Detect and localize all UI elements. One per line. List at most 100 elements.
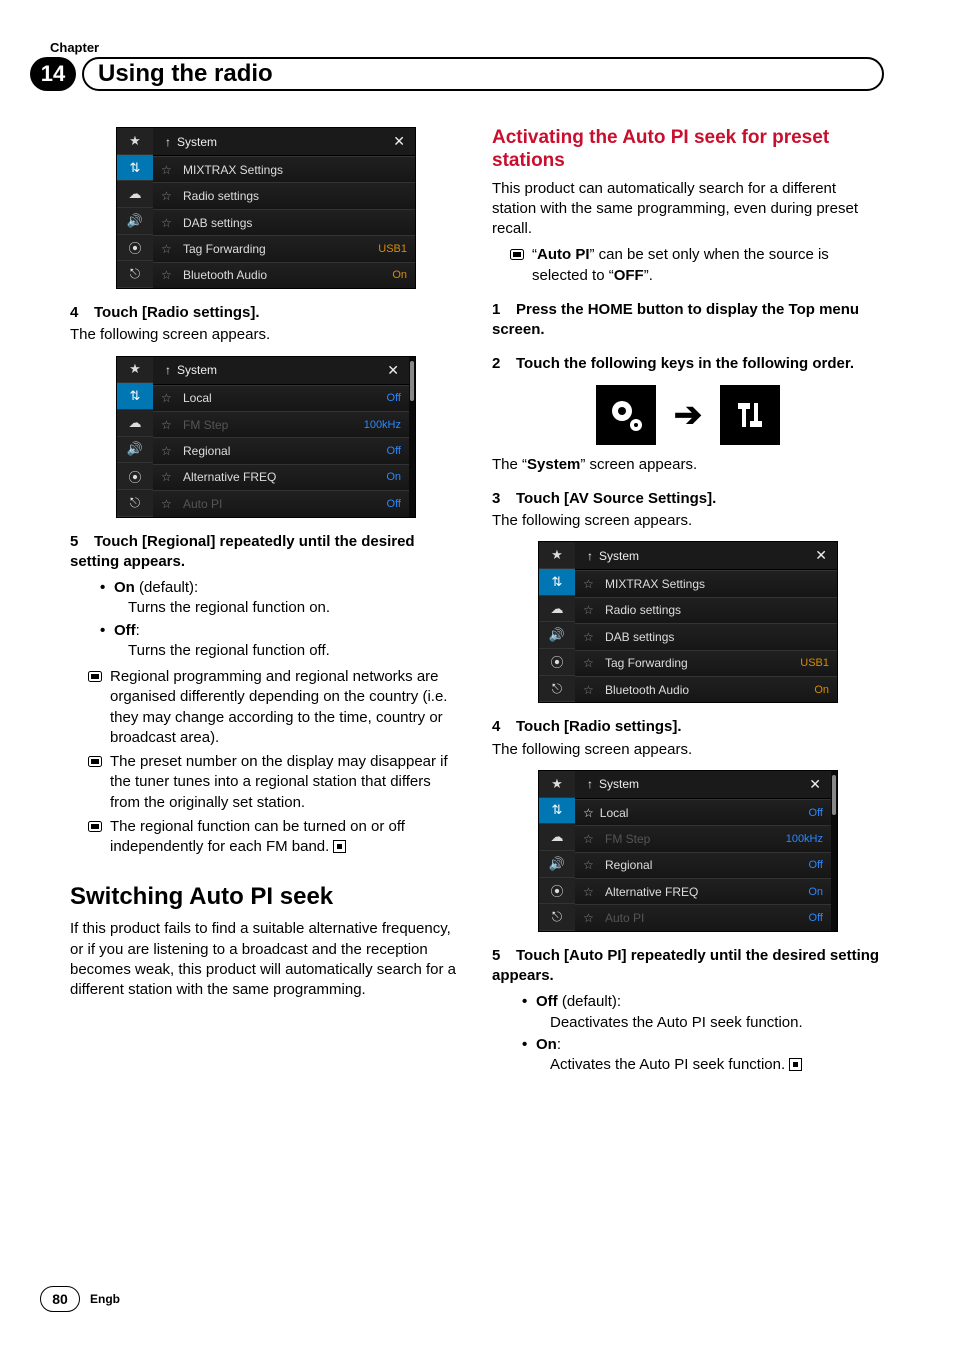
favorite-icon[interactable]: ☆	[161, 163, 177, 177]
back-icon[interactable]: ↑	[581, 777, 599, 791]
row-label: MIXTRAX Settings	[599, 577, 829, 591]
row-label: Local	[594, 806, 809, 820]
favorite-icon[interactable]: ☆	[583, 885, 599, 899]
row-fm-step[interactable]: ☆FM Step100kHz	[153, 411, 409, 437]
sidebar-sliders-icon[interactable]: ⇅	[539, 569, 575, 596]
sidebar-disc-icon[interactable]: ⦿	[539, 878, 575, 905]
row-label: DAB settings	[177, 216, 407, 230]
chapter-number: 14	[30, 57, 76, 91]
row-radio-settings[interactable]: ☆Radio settings	[153, 182, 415, 208]
favorite-icon[interactable]: ☆	[583, 656, 599, 670]
sidebar-sliders-icon[interactable]: ⇅	[539, 798, 575, 825]
sidebar-speaker-icon[interactable]: 🔊	[539, 622, 575, 649]
row-label: Bluetooth Audio	[177, 268, 392, 282]
favorite-icon[interactable]: ☆	[161, 418, 177, 432]
row-bluetooth-audio[interactable]: ☆Bluetooth AudioOn	[153, 262, 415, 288]
screenshot-system-settings: ★ ⇅ ☁ 🔊 ⦿ ⎋ ↑ System ✕ ☆MIXTRAX Setti	[116, 127, 416, 289]
row-fm-step[interactable]: ☆FM Step100kHz	[575, 825, 831, 851]
row-alt-freq[interactable]: ☆Alternative FREQOn	[575, 878, 831, 904]
sidebar-star-icon[interactable]: ★	[117, 357, 153, 384]
sidebar-bt-icon[interactable]: ⎋	[539, 676, 575, 703]
step-4-body: The following screen appears.	[70, 325, 462, 345]
row-label: FM Step	[177, 418, 364, 432]
favorite-icon[interactable]: ☆	[583, 858, 599, 872]
sidebar-sliders-icon[interactable]: ⇅	[117, 383, 153, 410]
close-icon[interactable]: ✕	[811, 547, 831, 564]
row-dab-settings[interactable]: ☆DAB settings	[575, 623, 837, 649]
sidebar-speaker-icon[interactable]: 🔊	[117, 437, 153, 464]
sidebar-star-icon[interactable]: ★	[117, 128, 153, 155]
row-auto-pi[interactable]: ☆Auto PIOff	[575, 904, 831, 930]
back-icon[interactable]: ↑	[159, 363, 177, 377]
sidebar-cloud-icon[interactable]: ☁	[117, 181, 153, 208]
sidebar-disc-icon[interactable]: ⦿	[117, 235, 153, 262]
row-tag-forwarding[interactable]: ☆Tag ForwardingUSB1	[153, 235, 415, 261]
favorite-icon[interactable]: ☆	[583, 832, 599, 846]
back-icon[interactable]: ↑	[159, 135, 177, 149]
close-icon[interactable]: ✕	[389, 133, 409, 150]
scrollbar[interactable]	[831, 771, 837, 931]
back-icon[interactable]: ↑	[581, 549, 599, 563]
favorite-icon[interactable]: ☆	[583, 630, 599, 644]
row-regional[interactable]: ☆RegionalOff	[153, 437, 409, 463]
row-auto-pi[interactable]: ☆Auto PIOff	[153, 490, 409, 516]
sidebar-cloud-icon[interactable]: ☁	[539, 824, 575, 851]
favorite-icon[interactable]: ☆	[161, 391, 177, 405]
sidebar-cloud-icon[interactable]: ☁	[539, 596, 575, 623]
screenshot-radio-settings: ★ ⇅ ☁ 🔊 ⦿ ⎋ ↑ System ✕ ☆LocalOff	[116, 356, 416, 518]
step-4: 4Touch [Radio settings].	[70, 303, 462, 323]
favorite-icon[interactable]: ☆	[161, 242, 177, 256]
favorite-icon[interactable]: ☆	[583, 603, 599, 617]
step-1: 1Press the HOME button to display the To…	[492, 300, 884, 341]
row-label: Auto PI	[177, 497, 387, 511]
favorite-icon[interactable]: ☆	[583, 911, 599, 925]
row-label: Tag Forwarding	[599, 656, 800, 670]
sidebar-bt-icon[interactable]: ⎋	[117, 261, 153, 288]
row-radio-settings[interactable]: ☆Radio settings	[575, 597, 837, 623]
sidebar-speaker-icon[interactable]: 🔊	[539, 851, 575, 878]
row-mixtrax[interactable]: ☆MIXTRAX Settings	[575, 570, 837, 596]
row-local[interactable]: ☆LocalOff	[575, 799, 831, 825]
gear-icon[interactable]	[596, 385, 656, 445]
favorite-icon[interactable]: ☆	[583, 577, 599, 591]
sidebar-speaker-icon[interactable]: 🔊	[117, 208, 153, 235]
screen-title: System	[599, 549, 811, 563]
close-icon[interactable]: ✕	[383, 362, 403, 379]
favorite-icon[interactable]: ☆	[583, 806, 594, 820]
favorite-icon[interactable]: ☆	[161, 497, 177, 511]
favorite-icon[interactable]: ☆	[161, 444, 177, 458]
row-regional[interactable]: ☆RegionalOff	[575, 852, 831, 878]
close-icon[interactable]: ✕	[805, 776, 825, 793]
sidebar-disc-icon[interactable]: ⦿	[539, 649, 575, 676]
favorite-icon[interactable]: ☆	[161, 189, 177, 203]
sidebar-cloud-icon[interactable]: ☁	[117, 410, 153, 437]
row-local[interactable]: ☆LocalOff	[153, 385, 409, 411]
language-code: Engb	[90, 1292, 120, 1306]
bullet-off: Off:Turns the regional function off.	[100, 621, 462, 662]
sidebar-bt-icon[interactable]: ⎋	[117, 490, 153, 517]
favorite-icon[interactable]: ☆	[161, 268, 177, 282]
step-5-right: 5Touch [Auto PI] repeatedly until the de…	[492, 946, 884, 987]
end-mark-icon	[333, 840, 346, 853]
favorite-icon[interactable]: ☆	[161, 216, 177, 230]
sidebar-sliders-icon[interactable]: ⇅	[117, 155, 153, 182]
row-value: Off	[809, 807, 823, 819]
page-number: 80	[40, 1286, 80, 1312]
note-1: Regional programming and regional networ…	[88, 667, 462, 748]
scrollbar[interactable]	[409, 357, 415, 517]
row-mixtrax[interactable]: ☆MIXTRAX Settings	[153, 156, 415, 182]
row-dab-settings[interactable]: ☆DAB settings	[153, 209, 415, 235]
screen-title: System	[177, 363, 383, 377]
row-value: On	[808, 886, 823, 898]
row-alt-freq[interactable]: ☆Alternative FREQOn	[153, 464, 409, 490]
wrench-icon[interactable]	[720, 385, 780, 445]
bullet-on: On (default):Turns the regional function…	[100, 578, 462, 619]
sidebar-star-icon[interactable]: ★	[539, 771, 575, 798]
sidebar-disc-icon[interactable]: ⦿	[117, 463, 153, 490]
sidebar-star-icon[interactable]: ★	[539, 542, 575, 569]
row-tag-forwarding[interactable]: ☆Tag ForwardingUSB1	[575, 650, 837, 676]
favorite-icon[interactable]: ☆	[583, 683, 599, 697]
row-bluetooth-audio[interactable]: ☆Bluetooth AudioOn	[575, 676, 837, 702]
favorite-icon[interactable]: ☆	[161, 470, 177, 484]
sidebar-bt-icon[interactable]: ⎋	[539, 904, 575, 931]
